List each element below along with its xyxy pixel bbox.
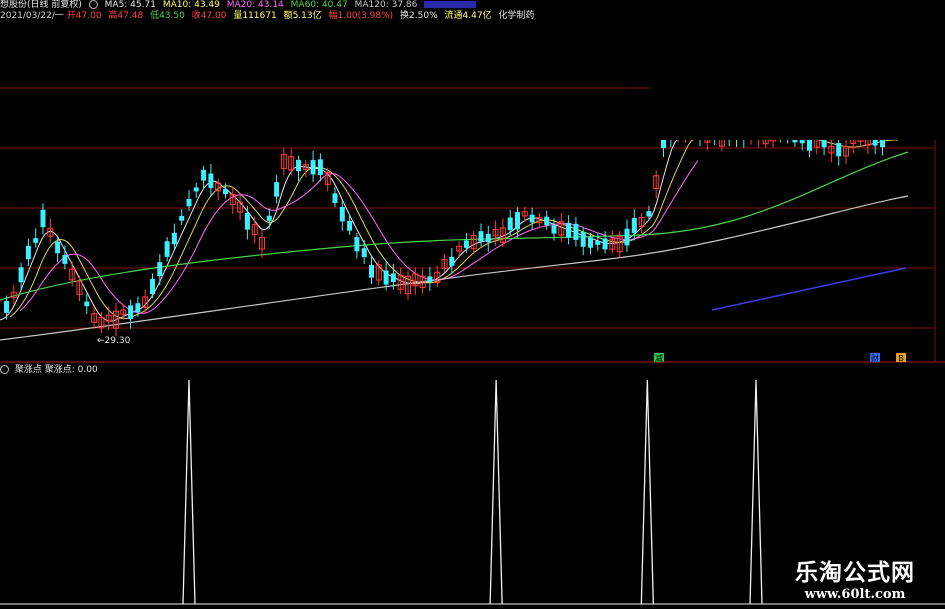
- candle-body-down: [128, 305, 134, 319]
- candle-body-down: [201, 169, 207, 181]
- ma120-value: MA120: 37.86: [354, 0, 418, 10]
- stock-name[interactable]: 想股份(日线 前复权): [0, 0, 82, 10]
- candle-body-down: [836, 143, 842, 157]
- candle-body-down: [544, 216, 550, 226]
- candle-body-down: [383, 270, 389, 285]
- float-value: 流通4.47亿: [444, 11, 492, 21]
- candle-body-down: [588, 237, 593, 248]
- candle-body-down: [478, 231, 484, 242]
- candle-body-down: [55, 241, 61, 254]
- candle-body-down: [193, 187, 199, 192]
- candle-body-down: [317, 159, 323, 175]
- candle-body-down: [515, 212, 520, 230]
- ma250-swatch: [424, 1, 477, 8]
- candle-body-down: [244, 212, 250, 230]
- candle-body-down: [135, 303, 141, 313]
- low-value: 低43.50: [150, 11, 185, 21]
- candle-body-down: [4, 300, 9, 313]
- chart-canvas[interactable]: 减财B: [0, 0, 945, 609]
- watermark-name: 乐淘公式网: [795, 560, 915, 586]
- candle-body-down: [872, 139, 878, 146]
- candle-body-down: [150, 278, 155, 295]
- low-price-annotation: ←29.30: [97, 336, 131, 346]
- candle-body-down: [164, 241, 170, 257]
- watermark: 乐淘公式网 www.60lt.com: [795, 559, 915, 603]
- candle-body-down: [296, 159, 301, 172]
- candle-body-down: [310, 160, 316, 175]
- ma250-line: [711, 267, 907, 311]
- volume-value: 量111671: [233, 11, 277, 21]
- candle-body-down: [602, 238, 608, 250]
- candle-body-down: [361, 248, 367, 258]
- candle-body-down: [463, 240, 469, 248]
- candle-body-down: [33, 238, 39, 243]
- candle-body-down: [62, 254, 68, 264]
- candle-body-down: [332, 193, 338, 204]
- header-row-ma: 想股份(日线 前复权) MA5: 45.71 MA10: 43.49 MA20:…: [0, 0, 480, 11]
- watermark-url: www.60lt.com: [804, 587, 906, 602]
- candle-body-down: [566, 222, 572, 238]
- candle-body-down: [624, 228, 630, 246]
- candle-body-down: [171, 232, 177, 245]
- candle-body-down: [449, 256, 455, 266]
- candle-body-down: [223, 189, 228, 195]
- change-value: 幅1.00(3.98%): [328, 11, 394, 21]
- signal-badge-label: 财: [871, 353, 879, 363]
- candle-body-down: [507, 217, 513, 231]
- candle-body-down: [427, 276, 433, 283]
- chart-header: 想股份(日线 前复权) MA5: 45.71 MA10: 43.49 MA20:…: [0, 0, 945, 22]
- indicator-name[interactable]: 聚涨点: [15, 365, 42, 375]
- turnover-value: 换2.50%: [400, 11, 438, 21]
- candle-body-down: [274, 182, 280, 197]
- candle-body-down: [186, 199, 192, 207]
- candle-body-down: [347, 220, 353, 231]
- candle-body-down: [485, 233, 491, 243]
- candle-body-down: [339, 207, 345, 222]
- indicator-gear-icon[interactable]: [0, 365, 9, 374]
- header-row-quote: 2021/03/22/一 开47.00 高47.48 低43.50 收47.00…: [0, 11, 538, 22]
- candle-body-down: [646, 211, 652, 217]
- ma10-value: MA10: 43.49: [162, 0, 220, 10]
- candle-body-down: [179, 215, 185, 221]
- indicator-spike: [640, 379, 654, 605]
- ma60-value: MA60: 40.47: [290, 0, 348, 10]
- candle-body-down: [631, 218, 637, 234]
- candle-body-down: [551, 225, 557, 234]
- ma5-value: MA5: 45.71: [104, 0, 156, 10]
- amount-value: 额5.13亿: [283, 11, 322, 21]
- indicator-value: 聚涨点: 0.00: [44, 365, 98, 375]
- indicator-spike: [749, 379, 763, 605]
- candle-body-down: [369, 264, 374, 278]
- settings-gear-icon[interactable]: [88, 0, 98, 9]
- indicator-header: 聚涨点 聚涨点: 0.00: [0, 364, 98, 376]
- chart-clip-area: [650, 22, 940, 140]
- sector-value: 化学制药: [498, 11, 535, 21]
- signal-badge-label: B: [898, 354, 904, 363]
- candle-body-down: [807, 138, 812, 151]
- candle-body-down: [18, 267, 24, 283]
- close-value: 收47.00: [191, 11, 227, 21]
- date-label: 2021/03/22/一: [0, 11, 64, 21]
- candle-body-down: [529, 214, 535, 223]
- ma10-line: [9, 134, 898, 320]
- open-value: 开47.00: [66, 11, 102, 21]
- signal-badge-label: 减: [655, 353, 663, 363]
- ma20-value: MA20: 43.14: [226, 0, 284, 10]
- ma5-line: [0, 136, 691, 322]
- candle-body-down: [595, 240, 601, 245]
- candle-body-down: [208, 173, 214, 188]
- candle-body-down: [580, 231, 586, 247]
- candle-body-down: [390, 273, 396, 282]
- candle-body-down: [157, 262, 163, 277]
- candlesticks: [4, 22, 940, 336]
- candle-body-down: [266, 215, 272, 221]
- indicator-spike: [182, 379, 196, 605]
- high-value: 高47.48: [108, 11, 144, 21]
- candle-body-down: [354, 237, 360, 252]
- candle-body-down: [573, 223, 579, 240]
- candle-body-down: [84, 301, 90, 307]
- indicator-spike: [489, 379, 503, 605]
- candle-body-down: [40, 209, 46, 228]
- candle-body-down: [25, 245, 31, 260]
